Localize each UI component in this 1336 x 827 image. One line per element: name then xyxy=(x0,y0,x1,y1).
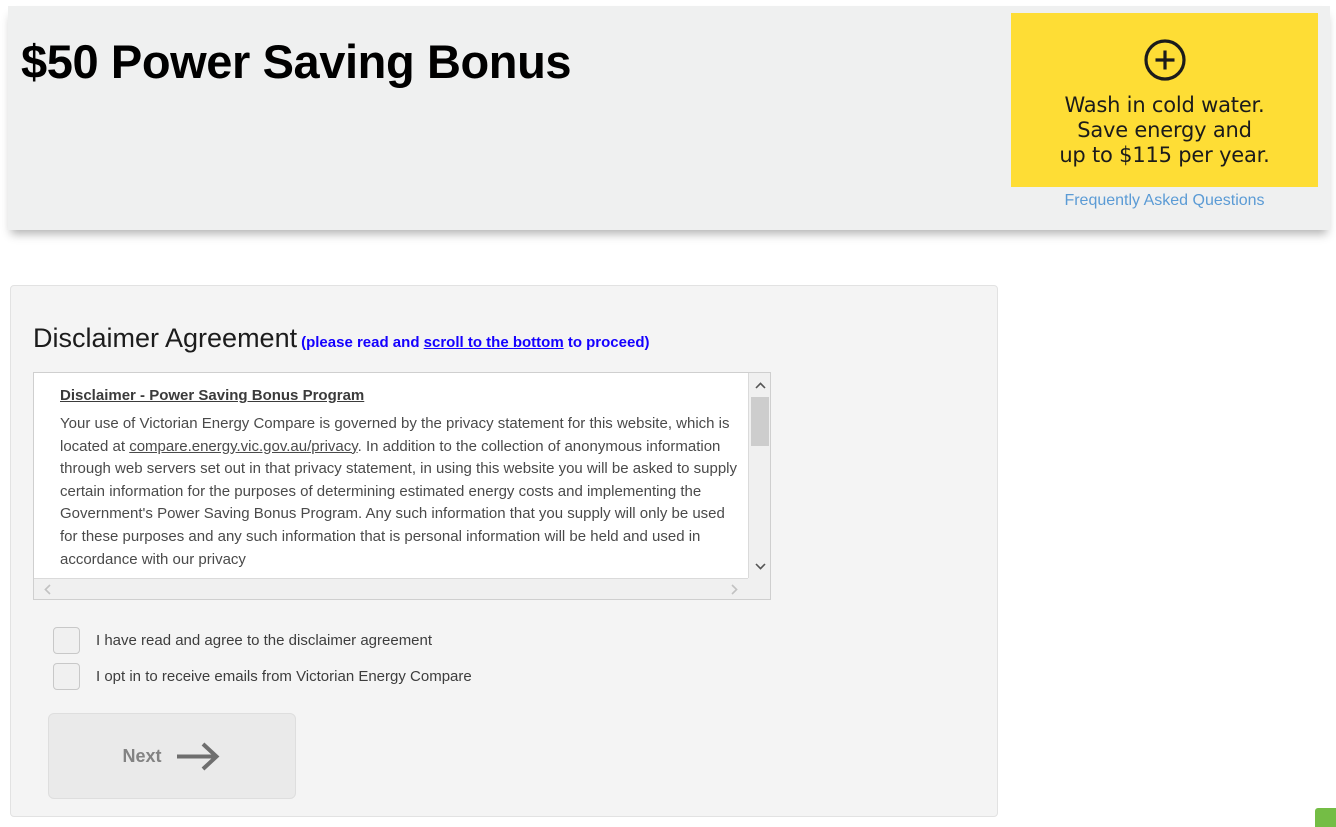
chat-launcher[interactable] xyxy=(1315,808,1336,827)
disclaimer-body-part2: . In addition to the collection of anony… xyxy=(60,437,738,568)
chevron-right-icon[interactable] xyxy=(724,579,745,599)
email-optin-checkbox-row[interactable]: I opt in to receive emails from Victoria… xyxy=(53,663,472,690)
disclaimer-text-area: Disclaimer - Power Saving Bonus Program … xyxy=(34,373,748,578)
header-panel: $50 Power Saving Bonus Wash in cold wate… xyxy=(8,6,1330,230)
note-suffix: to proceed) xyxy=(563,334,650,351)
disclaimer-agree-checkbox-row[interactable]: I have read and agree to the disclaimer … xyxy=(53,627,432,654)
chevron-down-icon[interactable] xyxy=(749,556,771,576)
vertical-scrollbar[interactable] xyxy=(748,373,770,578)
promo-line-3: up to $115 per year. xyxy=(1059,143,1270,167)
section-heading: Disclaimer Agreement (please read and scr… xyxy=(33,323,650,354)
scroll-to-bottom-link[interactable]: scroll to the bottom xyxy=(424,334,564,351)
page-title: $50 Power Saving Bonus xyxy=(21,35,572,88)
section-heading-note: (please read and scroll to the bottom to… xyxy=(301,334,649,351)
email-optin-checkbox[interactable] xyxy=(53,663,80,690)
disclaimer-scroll-box[interactable]: Disclaimer - Power Saving Bonus Program … xyxy=(33,372,771,600)
privacy-policy-link[interactable]: compare.energy.vic.gov.au/privacy xyxy=(129,438,357,455)
disclaimer-card: Disclaimer Agreement (please read and scr… xyxy=(10,285,998,817)
disclaimer-agree-label: I have read and agree to the disclaimer … xyxy=(96,632,433,649)
promo-line-1: Wash in cold water. xyxy=(1064,93,1265,117)
horizontal-scrollbar[interactable] xyxy=(34,578,748,599)
arrow-right-icon xyxy=(175,741,222,772)
plus-circle-icon xyxy=(1011,37,1318,83)
email-optin-label: I opt in to receive emails from Victoria… xyxy=(96,668,472,685)
disclaimer-agree-checkbox[interactable] xyxy=(53,627,80,654)
vertical-scrollbar-thumb[interactable] xyxy=(751,397,769,446)
chevron-up-icon[interactable] xyxy=(749,375,771,395)
page-section-title: Disclaimer Agreement xyxy=(33,323,298,353)
faq-link[interactable]: Frequently Asked Questions xyxy=(1011,192,1318,210)
promo-tile: Wash in cold water. Save energy and up t… xyxy=(1011,13,1318,187)
scrollbar-corner xyxy=(748,578,770,599)
chevron-left-icon[interactable] xyxy=(37,579,58,599)
promo-text: Wash in cold water. Save energy and up t… xyxy=(1011,93,1318,168)
disclaimer-title: Disclaimer - Power Saving Bonus Program xyxy=(60,387,365,404)
promo-line-2: Save energy and xyxy=(1077,118,1252,142)
next-button[interactable]: Next xyxy=(48,713,296,799)
note-prefix: (please read and xyxy=(301,334,424,351)
disclaimer-body: Your use of Victorian Energy Compare is … xyxy=(60,413,740,571)
next-button-label: Next xyxy=(122,745,162,766)
